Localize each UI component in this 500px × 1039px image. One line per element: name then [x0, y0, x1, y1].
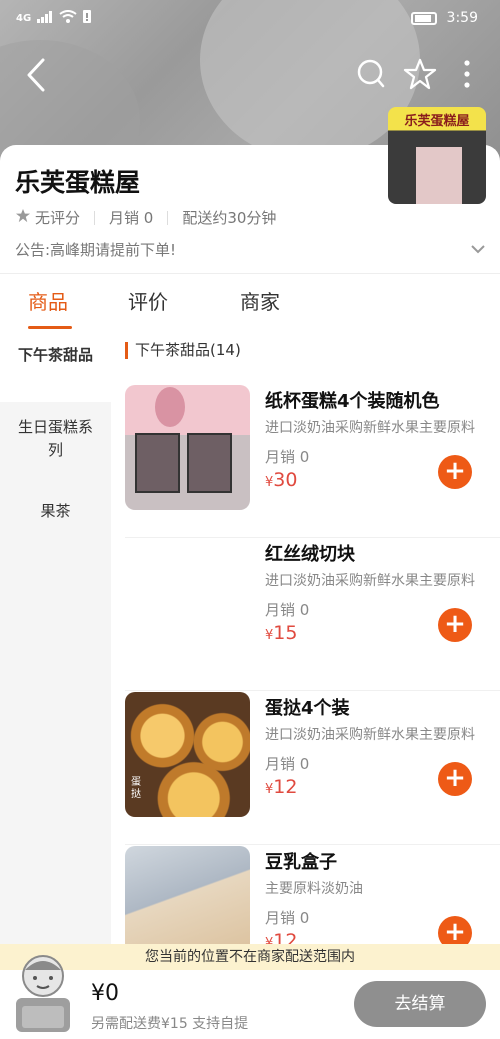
favorite-star-icon[interactable]: [403, 58, 437, 94]
add-to-cart-button[interactable]: +: [438, 916, 472, 944]
product-item[interactable]: 纸杯蛋糕4个装随机色 进口淡奶油采购新鲜水果主要原料 月销 0 ¥30 +: [125, 385, 500, 538]
product-sales: 月销 0: [265, 909, 310, 927]
product-name: 红丝绒切块: [265, 544, 355, 565]
product-desc: 进口淡奶油采购新鲜水果主要原料: [265, 573, 475, 589]
product-name: 豆乳盒子: [265, 852, 337, 873]
product-image: 蛋挞: [125, 692, 250, 817]
category-sidebar: 下午茶甜品 生日蛋糕系列 果茶: [0, 332, 111, 952]
product-desc: 进口淡奶油采购新鲜水果主要原料: [265, 727, 475, 743]
network-label: 4G: [16, 13, 32, 24]
more-icon[interactable]: [463, 58, 471, 94]
category-title: 下午茶甜品(14): [125, 342, 241, 359]
checkout-button[interactable]: 去结算: [354, 981, 486, 1027]
wifi-icon: [59, 10, 77, 27]
battery-icon: [410, 11, 437, 25]
add-to-cart-button[interactable]: +: [438, 608, 472, 642]
tab-reviews[interactable]: 评价: [128, 286, 168, 315]
status-bar: 4G 3:59: [0, 0, 500, 40]
product-desc: 主要原料淡奶油: [265, 881, 363, 897]
product-sales: 月销 0: [265, 601, 310, 619]
product-name: 纸杯蛋糕4个装随机色: [265, 391, 440, 412]
product-name: 蛋挞4个装: [265, 698, 350, 719]
chevron-down-icon[interactable]: [470, 239, 486, 258]
tab-merchant[interactable]: 商家: [240, 286, 280, 315]
shop-monthly-sales: 月销 0: [109, 209, 154, 227]
product-list: 下午茶甜品(14) 纸杯蛋糕4个装随机色 进口淡奶油采购新鲜水果主要原料 月销 …: [111, 332, 500, 944]
signal-icon: [37, 10, 53, 27]
shop-delivery-time: 配送约30分钟: [182, 209, 277, 227]
search-icon[interactable]: [356, 58, 386, 94]
shop-rating: 无评分: [35, 209, 81, 227]
cart-mascot-icon[interactable]: [8, 952, 78, 1034]
alert-icon: [83, 10, 92, 27]
product-image: [125, 846, 250, 944]
shop-tabs: 商品 评价 商家: [0, 286, 500, 330]
product-price: ¥15: [265, 622, 298, 644]
product-item[interactable]: 蛋挞 蛋挞4个装 进口淡奶油采购新鲜水果主要原料 月销 0 ¥12 +: [125, 692, 500, 845]
product-sales: 月销 0: [265, 755, 310, 773]
product-price: ¥12: [265, 776, 298, 798]
shop-notice[interactable]: 公告:高峰期请提前下单!: [15, 239, 176, 260]
product-price: ¥30: [265, 469, 298, 491]
star-icon: [15, 208, 31, 227]
add-to-cart-button[interactable]: +: [438, 455, 472, 489]
product-desc: 进口淡奶油采购新鲜水果主要原料: [265, 420, 475, 436]
divider: [0, 273, 500, 274]
top-nav: [0, 52, 500, 98]
sidebar-item-fruit-tea[interactable]: 果茶: [0, 500, 111, 523]
store-photo: 乐芙蛋糕屋: [388, 107, 486, 204]
product-item[interactable]: 豆乳盒子 主要原料淡奶油 月销 0 ¥12 +: [125, 846, 500, 944]
product-image-tag: 蛋挞: [131, 777, 141, 800]
shop-name: 乐芙蛋糕屋: [15, 168, 141, 197]
tab-products[interactable]: 商品: [28, 286, 68, 315]
product-item[interactable]: 红丝绒切块 进口淡奶油采购新鲜水果主要原料 月销 0 ¥15 +: [125, 538, 500, 691]
tab-underline: [28, 326, 72, 329]
shop-meta: 无评分 月销 0 配送约30分钟: [15, 207, 276, 228]
back-icon[interactable]: [26, 58, 46, 96]
cart-total: ¥0: [91, 981, 119, 1006]
product-price: ¥12: [265, 930, 298, 944]
product-image: [125, 385, 250, 510]
clock: 3:59: [446, 10, 478, 26]
product-sales: 月销 0: [265, 448, 310, 466]
sidebar-item-afternoon-tea[interactable]: 下午茶甜品: [0, 332, 111, 402]
store-sign-text: 乐芙蛋糕屋: [404, 114, 470, 129]
cart-bar: ¥0 另需配送费¥15 支持自提 去结算: [0, 955, 500, 1039]
delivery-fee-text: 另需配送费¥15 支持自提: [91, 1016, 249, 1032]
add-to-cart-button[interactable]: +: [438, 762, 472, 796]
sidebar-item-birthday-cake[interactable]: 生日蛋糕系列: [0, 416, 111, 462]
